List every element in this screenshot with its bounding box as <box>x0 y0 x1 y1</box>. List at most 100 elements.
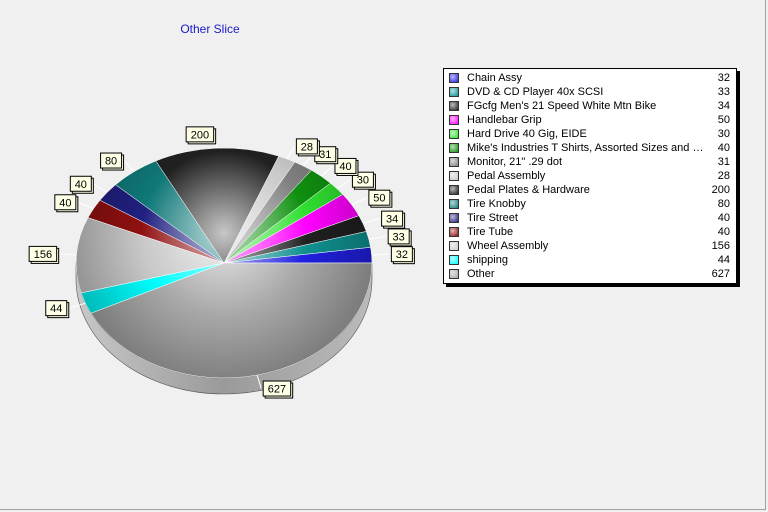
legend-swatch <box>449 115 459 125</box>
legend-label: Monitor, 21" .29 dot <box>467 156 563 168</box>
svg-text:200: 200 <box>191 129 209 141</box>
legend-label: FGcfg Men's 21 Speed White Mtn Bike <box>467 100 657 112</box>
legend-label: Chain Assy <box>467 72 523 84</box>
legend-value: 50 <box>717 114 730 126</box>
legend-item: Tire Street 40 <box>444 211 736 225</box>
svg-text:34: 34 <box>386 214 398 226</box>
leader-line-fgcfg-men-s-21-speed-white-mtn-bike <box>362 218 380 224</box>
legend-swatch <box>449 199 459 209</box>
legend-label: Tire Tube <box>467 226 514 238</box>
legend-label: Other <box>467 268 495 280</box>
legend-value: 40 <box>717 212 730 224</box>
legend-item: Handlebar Grip 50 <box>444 113 736 127</box>
legend-swatch <box>449 157 459 167</box>
svg-text:40: 40 <box>59 197 71 209</box>
legend-label: Tire Street <box>467 212 518 224</box>
leader-line-tire-knobby <box>123 160 135 172</box>
legend-label: Mike's Industries T Shirts, Assorted Siz… <box>467 142 704 154</box>
legend-label: Wheel Assembly <box>467 240 549 252</box>
data-label-other: 627 <box>262 380 294 399</box>
legend-label: shipping <box>467 254 508 266</box>
data-label-handlebar-grip: 50 <box>368 189 393 208</box>
svg-text:28: 28 <box>301 141 313 153</box>
data-label-tire-street: 40 <box>69 175 94 194</box>
legend-swatch <box>449 129 459 139</box>
legend-swatch <box>449 241 459 251</box>
legend-item: Other 627 <box>444 267 736 281</box>
svg-text:31: 31 <box>319 149 331 161</box>
legend-item: shipping 44 <box>444 253 736 267</box>
legend-label: DVD & CD Player 40x SCSI <box>467 86 604 98</box>
legend-value: 32 <box>717 72 730 84</box>
legend-item: Tire Knobby 80 <box>444 197 736 211</box>
legend-item: Wheel Assembly 156 <box>444 239 736 253</box>
legend-label: Tire Knobby <box>467 198 526 210</box>
legend-item: FGcfg Men's 21 Speed White Mtn Bike 34 <box>444 99 736 113</box>
svg-text:40: 40 <box>75 179 87 191</box>
legend-value: 200 <box>711 184 730 196</box>
svg-text:33: 33 <box>393 231 405 243</box>
legend-value: 156 <box>711 240 730 252</box>
legend-swatch <box>449 269 459 279</box>
legend-swatch <box>449 213 459 223</box>
svg-text:32: 32 <box>396 249 408 261</box>
legend-swatch <box>449 185 459 195</box>
legend-item: Chain Assy 32 <box>444 71 736 85</box>
leader-line-chain-assy <box>371 253 390 256</box>
legend-item: Mike's Industries T Shirts, Assorted Siz… <box>444 141 736 155</box>
legend-item: Monitor, 21" .29 dot 31 <box>444 155 736 169</box>
data-label-shipping: 44 <box>45 300 70 319</box>
leader-line-handlebar-grip <box>351 197 368 206</box>
data-label-wheel-assembly: 156 <box>28 245 60 264</box>
legend-item: Pedal Assembly 28 <box>444 169 736 183</box>
svg-text:44: 44 <box>50 303 62 315</box>
legend-swatch <box>449 227 459 237</box>
legend-value: 30 <box>717 128 730 140</box>
legend-value: 40 <box>717 142 730 154</box>
data-label-mike-s-industries-t-shirts-assorted-sizes-and-col: 40 <box>334 157 359 176</box>
svg-text:30: 30 <box>357 175 369 187</box>
svg-text:627: 627 <box>268 384 286 396</box>
legend-swatch <box>449 73 459 83</box>
leader-line-tire-street <box>93 183 108 193</box>
legend-swatch <box>449 87 459 97</box>
legend-item: Hard Drive 40 Gig, EIDE 30 <box>444 127 736 141</box>
legend-label: Hard Drive 40 Gig, EIDE <box>467 128 587 140</box>
legend-value: 33 <box>717 86 730 98</box>
leader-line-wheel-assembly <box>58 253 77 256</box>
legend-value: 80 <box>717 198 730 210</box>
legend-item: Tire Tube 40 <box>444 225 736 239</box>
legend-value: 44 <box>717 254 730 266</box>
legend-label: Pedal Assembly <box>467 170 546 182</box>
svg-text:156: 156 <box>34 249 52 261</box>
legend-swatch <box>449 143 459 153</box>
legend-swatch <box>449 255 459 265</box>
leader-line-tire-tube <box>77 201 94 210</box>
legend-value: 627 <box>711 268 730 280</box>
data-label-dvd-cd-player-40x-scsi: 33 <box>387 228 412 247</box>
legend-label: Handlebar Grip <box>467 114 542 126</box>
legend-item: Pedal Plates & Hardware 200 <box>444 183 736 197</box>
legend-value: 34 <box>717 100 730 112</box>
svg-text:80: 80 <box>105 156 117 168</box>
legend-value: 40 <box>717 226 730 238</box>
legend: Chain Assy 32 DVD & CD Player 40x SCSI 33 FG… <box>443 68 737 284</box>
data-label-pedal-plates-hardware: 200 <box>185 126 217 145</box>
data-label-tire-knobby: 80 <box>100 152 125 171</box>
data-label-tire-tube: 40 <box>54 194 79 213</box>
legend-swatch <box>449 101 459 111</box>
svg-text:50: 50 <box>373 193 385 205</box>
legend-value: 28 <box>717 170 730 182</box>
legend-swatch <box>449 171 459 181</box>
leader-line-pedal-assembly <box>286 146 295 160</box>
data-label-chain-assy: 32 <box>390 246 415 265</box>
legend-label: Pedal Plates & Hardware <box>467 184 590 196</box>
legend-value: 31 <box>717 156 730 168</box>
data-label-fgcfg-men-s-21-speed-white-mtn-bike: 34 <box>381 210 406 229</box>
leader-line-hard-drive-40-gig-eide <box>336 179 351 190</box>
leader-line-dvd-cd-player-40x-scsi <box>368 235 387 240</box>
legend-item: DVD & CD Player 40x SCSI 33 <box>444 85 736 99</box>
svg-text:40: 40 <box>339 161 351 173</box>
data-label-pedal-assembly: 28 <box>295 138 320 157</box>
leader-line-mike-s-industries-t-shirts-assorted-sizes-and-col <box>320 165 334 177</box>
